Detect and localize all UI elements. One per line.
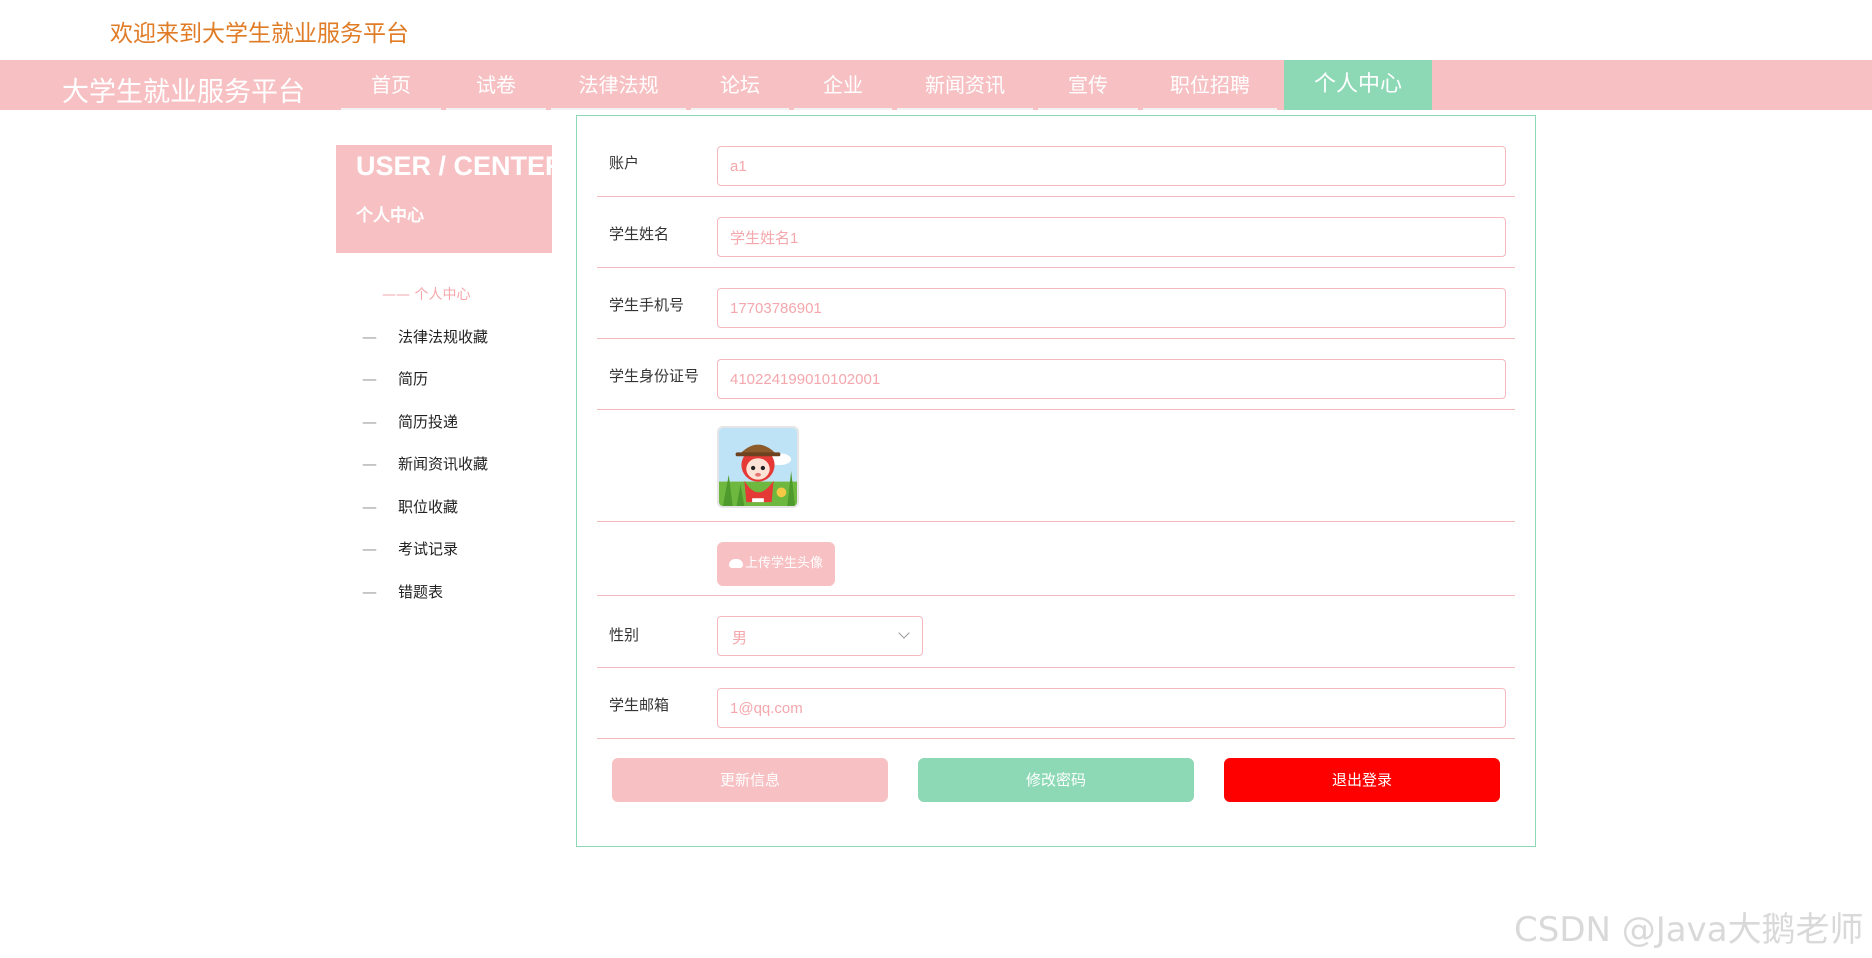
- sidebar-item-label: 错题表: [398, 583, 444, 601]
- nav-personal-center[interactable]: 个人中心: [1284, 60, 1432, 110]
- phone-label: 学生手机号: [609, 296, 685, 314]
- form-row-phone: 学生手机号: [597, 268, 1515, 339]
- form-row-name: 学生姓名: [597, 197, 1515, 268]
- gender-value: 男: [732, 629, 748, 647]
- nav-exam-papers[interactable]: 试卷: [446, 60, 546, 110]
- nav-home[interactable]: 首页: [341, 60, 441, 110]
- sidebar-current-item[interactable]: —— 个人中心: [382, 284, 470, 304]
- form-row-upload: 上传学生头像: [597, 522, 1515, 596]
- form-row-avatar: [597, 410, 1515, 522]
- sidebar-item-news-favorites[interactable]: — 新闻资讯收藏: [362, 452, 488, 476]
- sidebar-item-label: 法律法规收藏: [398, 328, 489, 346]
- sidebar-header: USER / CENTER 个人中心: [336, 145, 565, 253]
- form-row-idcard: 学生身份证号: [597, 339, 1515, 410]
- student-avatar-image: [717, 426, 799, 508]
- idcard-label: 学生身份证号: [609, 367, 700, 385]
- dash-icon: —: [362, 413, 377, 431]
- sidebar-item-label: 考试记录: [398, 540, 459, 558]
- sidebar-title-cn: 个人中心: [356, 206, 424, 226]
- top-navbar: 大学生就业服务平台 首页 试卷 法律法规 论坛 企业 新闻资讯 宣传 职位招聘 …: [0, 60, 1872, 110]
- sidebar-item-label: 新闻资讯收藏: [398, 455, 489, 473]
- upload-avatar-button[interactable]: 上传学生头像: [717, 542, 835, 586]
- brand-title: 大学生就业服务平台: [62, 77, 305, 108]
- chevron-down-icon: [898, 627, 910, 639]
- nav-forum[interactable]: 论坛: [691, 60, 789, 110]
- account-input[interactable]: [717, 146, 1506, 186]
- logout-button[interactable]: 退出登录: [1224, 758, 1500, 802]
- sidebar-item-job-favorites[interactable]: — 职位收藏: [362, 495, 458, 519]
- form-row-email: 学生邮箱: [597, 668, 1515, 739]
- change-password-button[interactable]: 修改密码: [918, 758, 1194, 802]
- nav-jobs[interactable]: 职位招聘: [1143, 60, 1277, 110]
- update-info-button[interactable]: 更新信息: [612, 758, 888, 802]
- cloud-upload-icon: [728, 559, 743, 568]
- cartoon-avatar-icon: [719, 428, 797, 506]
- nav-enterprise[interactable]: 企业: [794, 60, 892, 110]
- dash-icon: —: [362, 455, 377, 473]
- student-name-input[interactable]: [717, 217, 1506, 257]
- phone-input[interactable]: [717, 288, 1506, 328]
- sidebar-title-en: USER / CENTER: [356, 151, 565, 181]
- dash-icon: —: [362, 540, 377, 558]
- nav-laws[interactable]: 法律法规: [551, 60, 686, 110]
- sidebar-item-law-favorites[interactable]: — 法律法规收藏: [362, 325, 488, 349]
- profile-form-panel: 账户 学生姓名 学生手机号 学生身份证号: [576, 115, 1536, 847]
- email-input[interactable]: [717, 688, 1506, 728]
- sidebar-item-resume-delivery[interactable]: — 简历投递: [362, 410, 458, 434]
- sidebar-item-resume[interactable]: — 简历: [362, 367, 428, 391]
- dash-icon: —: [362, 370, 377, 388]
- upload-avatar-label: 上传学生头像: [744, 556, 823, 571]
- gender-label: 性别: [609, 626, 640, 644]
- sidebar-item-label: 简历投递: [398, 413, 459, 431]
- dash-icon: —: [362, 498, 377, 516]
- dash-icon: —: [362, 328, 377, 346]
- idcard-input[interactable]: [717, 359, 1506, 399]
- sidebar-item-label: 职位收藏: [398, 498, 459, 516]
- form-row-account: 账户: [597, 116, 1515, 197]
- dash-icon: —: [362, 583, 377, 601]
- student-name-label: 学生姓名: [609, 225, 670, 243]
- sidebar-item-exam-records[interactable]: — 考试记录: [362, 537, 458, 561]
- csdn-watermark: CSDN @Java大鹅老师: [1514, 910, 1864, 950]
- nav-promotion[interactable]: 宣传: [1038, 60, 1138, 110]
- account-label: 账户: [609, 154, 640, 172]
- welcome-text: 欢迎来到大学生就业服务平台: [110, 21, 409, 47]
- sidebar-item-label: 简历: [398, 370, 429, 388]
- email-label: 学生邮箱: [609, 696, 670, 714]
- form-row-gender: 性别 男: [597, 596, 1515, 668]
- gender-select[interactable]: 男: [717, 616, 923, 656]
- sidebar-item-wrong-questions[interactable]: — 错题表: [362, 580, 443, 604]
- nav-news[interactable]: 新闻资讯: [897, 60, 1033, 110]
